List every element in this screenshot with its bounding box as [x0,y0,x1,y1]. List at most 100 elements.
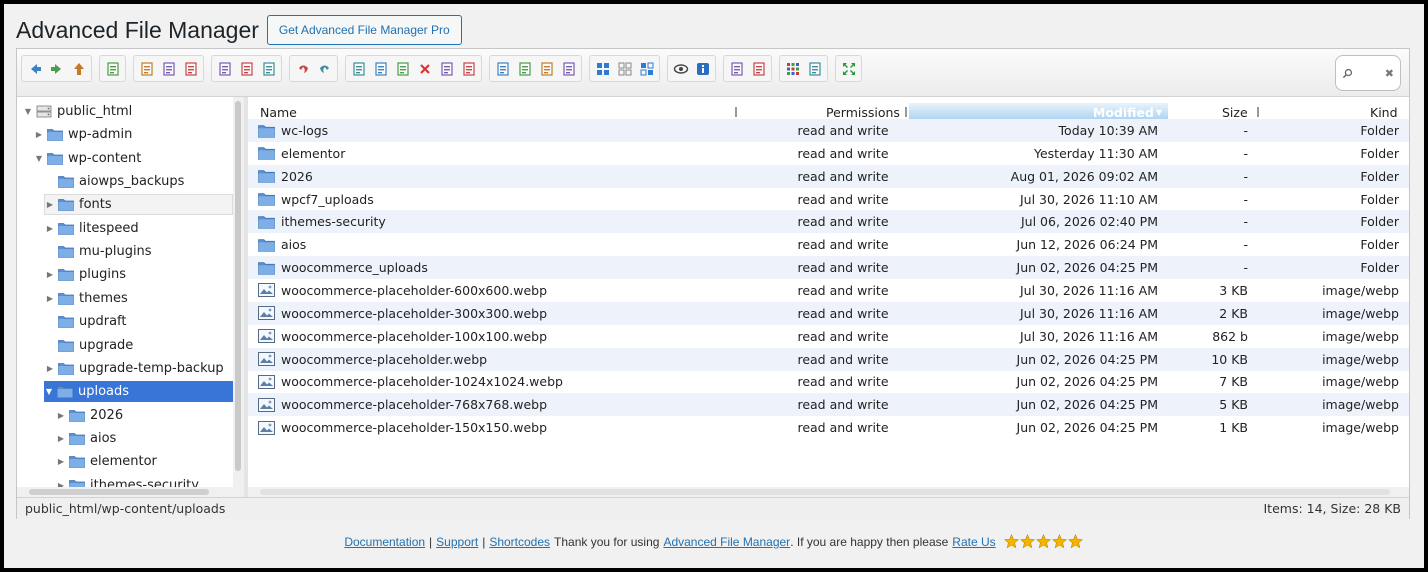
file-row[interactable]: 2026 read and write Aug 01, 2026 09:02 AM -… [248,164,1409,188]
fullscreen-button[interactable] [838,58,859,79]
cut-button[interactable] [370,58,391,79]
tree-scroll-thumb[interactable] [235,101,241,471]
star-icon[interactable] [1019,534,1035,549]
collapse-arrow-icon[interactable]: ▼ [44,387,54,396]
list-horizontal-scrollbar[interactable] [248,487,1409,497]
expand-arrow-icon[interactable]: ▶ [45,270,55,279]
duplicate-button[interactable] [458,58,479,79]
expand-arrow-icon[interactable]: ▶ [45,224,55,233]
expand-arrow-icon[interactable]: ▶ [34,130,44,139]
archive-button[interactable] [558,58,579,79]
support-link[interactable]: Support [436,535,478,549]
tree-item-uploads[interactable]: ▼ uploads [44,381,233,403]
list-view-button[interactable] [804,58,825,79]
file-row[interactable]: wc-logs read and write Today 10:39 AM - Fold… [248,119,1409,142]
text-edit-button[interactable] [536,58,557,79]
save-button[interactable] [180,58,201,79]
tree-item-aios[interactable]: ▶ aios [56,428,116,449]
file-row[interactable]: aios read and write Jun 12, 2026 06:24 PM -… [248,233,1409,256]
clear-search-icon[interactable]: ✖ [1385,67,1394,80]
file-row[interactable]: wpcf7_uploads read and write Jul 30, 2026 … [248,188,1409,211]
rename-button[interactable] [492,58,513,79]
file-row[interactable]: ithemes-security read and write Jul 06, 20… [248,210,1409,234]
collapse-arrow-icon[interactable]: ▼ [34,154,44,163]
tree-hscroll-thumb[interactable] [29,489,209,495]
file-row[interactable]: elementor read and write Yesterday 11:30 A… [248,142,1409,165]
expand-arrow-icon[interactable]: ▶ [45,294,55,303]
info-button[interactable] [692,58,713,79]
tree-item-wp-content[interactable]: ▼ wp-content [34,148,141,169]
file-row[interactable]: woocommerce-placeholder-1024x1024.webp re… [248,370,1409,393]
tree-item-ithemes-security[interactable]: ▶ ithemes-security [56,475,199,487]
tree-vertical-scrollbar[interactable] [233,97,244,487]
tree-item-themes[interactable]: ▶ themes [45,288,128,309]
tree-item-label: themes [79,290,128,306]
new-file-button[interactable] [158,58,179,79]
file-row[interactable]: woocommerce-placeholder-100x100.webp read… [248,325,1409,348]
star-icon[interactable] [1051,534,1067,549]
tree-item-upgrade[interactable]: upgrade [45,335,133,356]
star-icon[interactable] [1035,534,1051,549]
star-icon[interactable] [1003,534,1019,549]
download-button[interactable] [236,58,257,79]
tree-item-public-html[interactable]: ▼ public_html [23,101,132,122]
file-row[interactable]: woocommerce-placeholder-600x600.webp read… [248,279,1409,302]
tree-item-litespeed[interactable]: ▶ litespeed [45,218,139,239]
documentation-link[interactable]: Documentation [344,535,425,549]
tree-item-elementor[interactable]: ▶ elementor [56,451,157,472]
preview-button[interactable] [670,58,691,79]
tree-item-aiowps-backups[interactable]: aiowps_backups [45,171,184,192]
file-row[interactable]: woocommerce_uploads read and write Jun 02,… [248,256,1409,280]
new-folder-button[interactable] [136,58,157,79]
tree-item-fonts[interactable]: ▶ fonts [44,194,233,216]
compress-button[interactable] [748,58,769,79]
select-none-button[interactable] [614,58,635,79]
shortcodes-link[interactable]: Shortcodes [489,535,550,549]
select-button[interactable] [258,58,279,79]
copy-button[interactable] [348,58,369,79]
edit-button[interactable] [514,58,535,79]
collapse-arrow-icon[interactable]: ▼ [23,107,33,116]
tree-item-2026[interactable]: ▶ 2026 [56,405,123,426]
list-hscroll-thumb[interactable] [260,489,1390,495]
tree-item-plugins[interactable]: ▶ plugins [45,264,126,285]
reload-button[interactable] [102,58,123,79]
column-resize-handle[interactable] [1257,107,1259,117]
rate-us-link[interactable]: Rate Us [952,535,995,549]
expand-arrow-icon[interactable]: ▶ [45,364,55,373]
delete-button[interactable] [414,58,435,79]
expand-arrow-icon[interactable]: ▶ [56,434,66,443]
redo-button[interactable] [314,58,335,79]
select-all-button[interactable] [592,58,613,79]
column-resize-handle[interactable] [905,107,907,117]
expand-arrow-icon[interactable]: ▶ [56,457,66,466]
plugin-link[interactable]: Advanced File Manager [663,535,790,549]
tree-item-updraft[interactable]: updraft [45,311,127,332]
tree-item-wp-admin[interactable]: ▶ wp-admin [34,124,132,145]
search-input[interactable] [1353,67,1384,79]
rating-stars[interactable] [1003,534,1084,549]
expand-arrow-icon[interactable]: ▶ [45,200,55,209]
tree-item-mu-plugins[interactable]: mu-plugins [45,241,152,262]
icons-view-button[interactable] [782,58,803,79]
forward-button[interactable] [46,58,67,79]
extract-button[interactable] [726,58,747,79]
file-row[interactable]: woocommerce-placeholder-150x150.webp read… [248,416,1409,439]
file-row[interactable]: woocommerce-placeholder.webp read and wri… [248,347,1409,371]
back-button[interactable] [24,58,45,79]
expand-arrow-icon[interactable]: ▶ [56,411,66,420]
star-icon[interactable] [1067,534,1083,549]
tree-horizontal-scrollbar[interactable] [17,487,244,497]
tree-item-upgrade-temp-backup[interactable]: ▶ upgrade-temp-backup [45,358,224,379]
search-box[interactable]: ✖ [1335,55,1401,91]
invert-select-button[interactable] [636,58,657,79]
file-row[interactable]: woocommerce-placeholder-768x768.webp read… [248,393,1409,417]
file-row[interactable]: woocommerce-placeholder-300x300.webp read… [248,301,1409,325]
up-button[interactable] [68,58,89,79]
undo-button[interactable] [292,58,313,79]
column-resize-handle[interactable] [735,107,737,117]
empty-button[interactable] [436,58,457,79]
paste-button[interactable] [392,58,413,79]
open-button[interactable] [214,58,235,79]
get-pro-button[interactable]: Get Advanced File Manager Pro [266,15,462,45]
